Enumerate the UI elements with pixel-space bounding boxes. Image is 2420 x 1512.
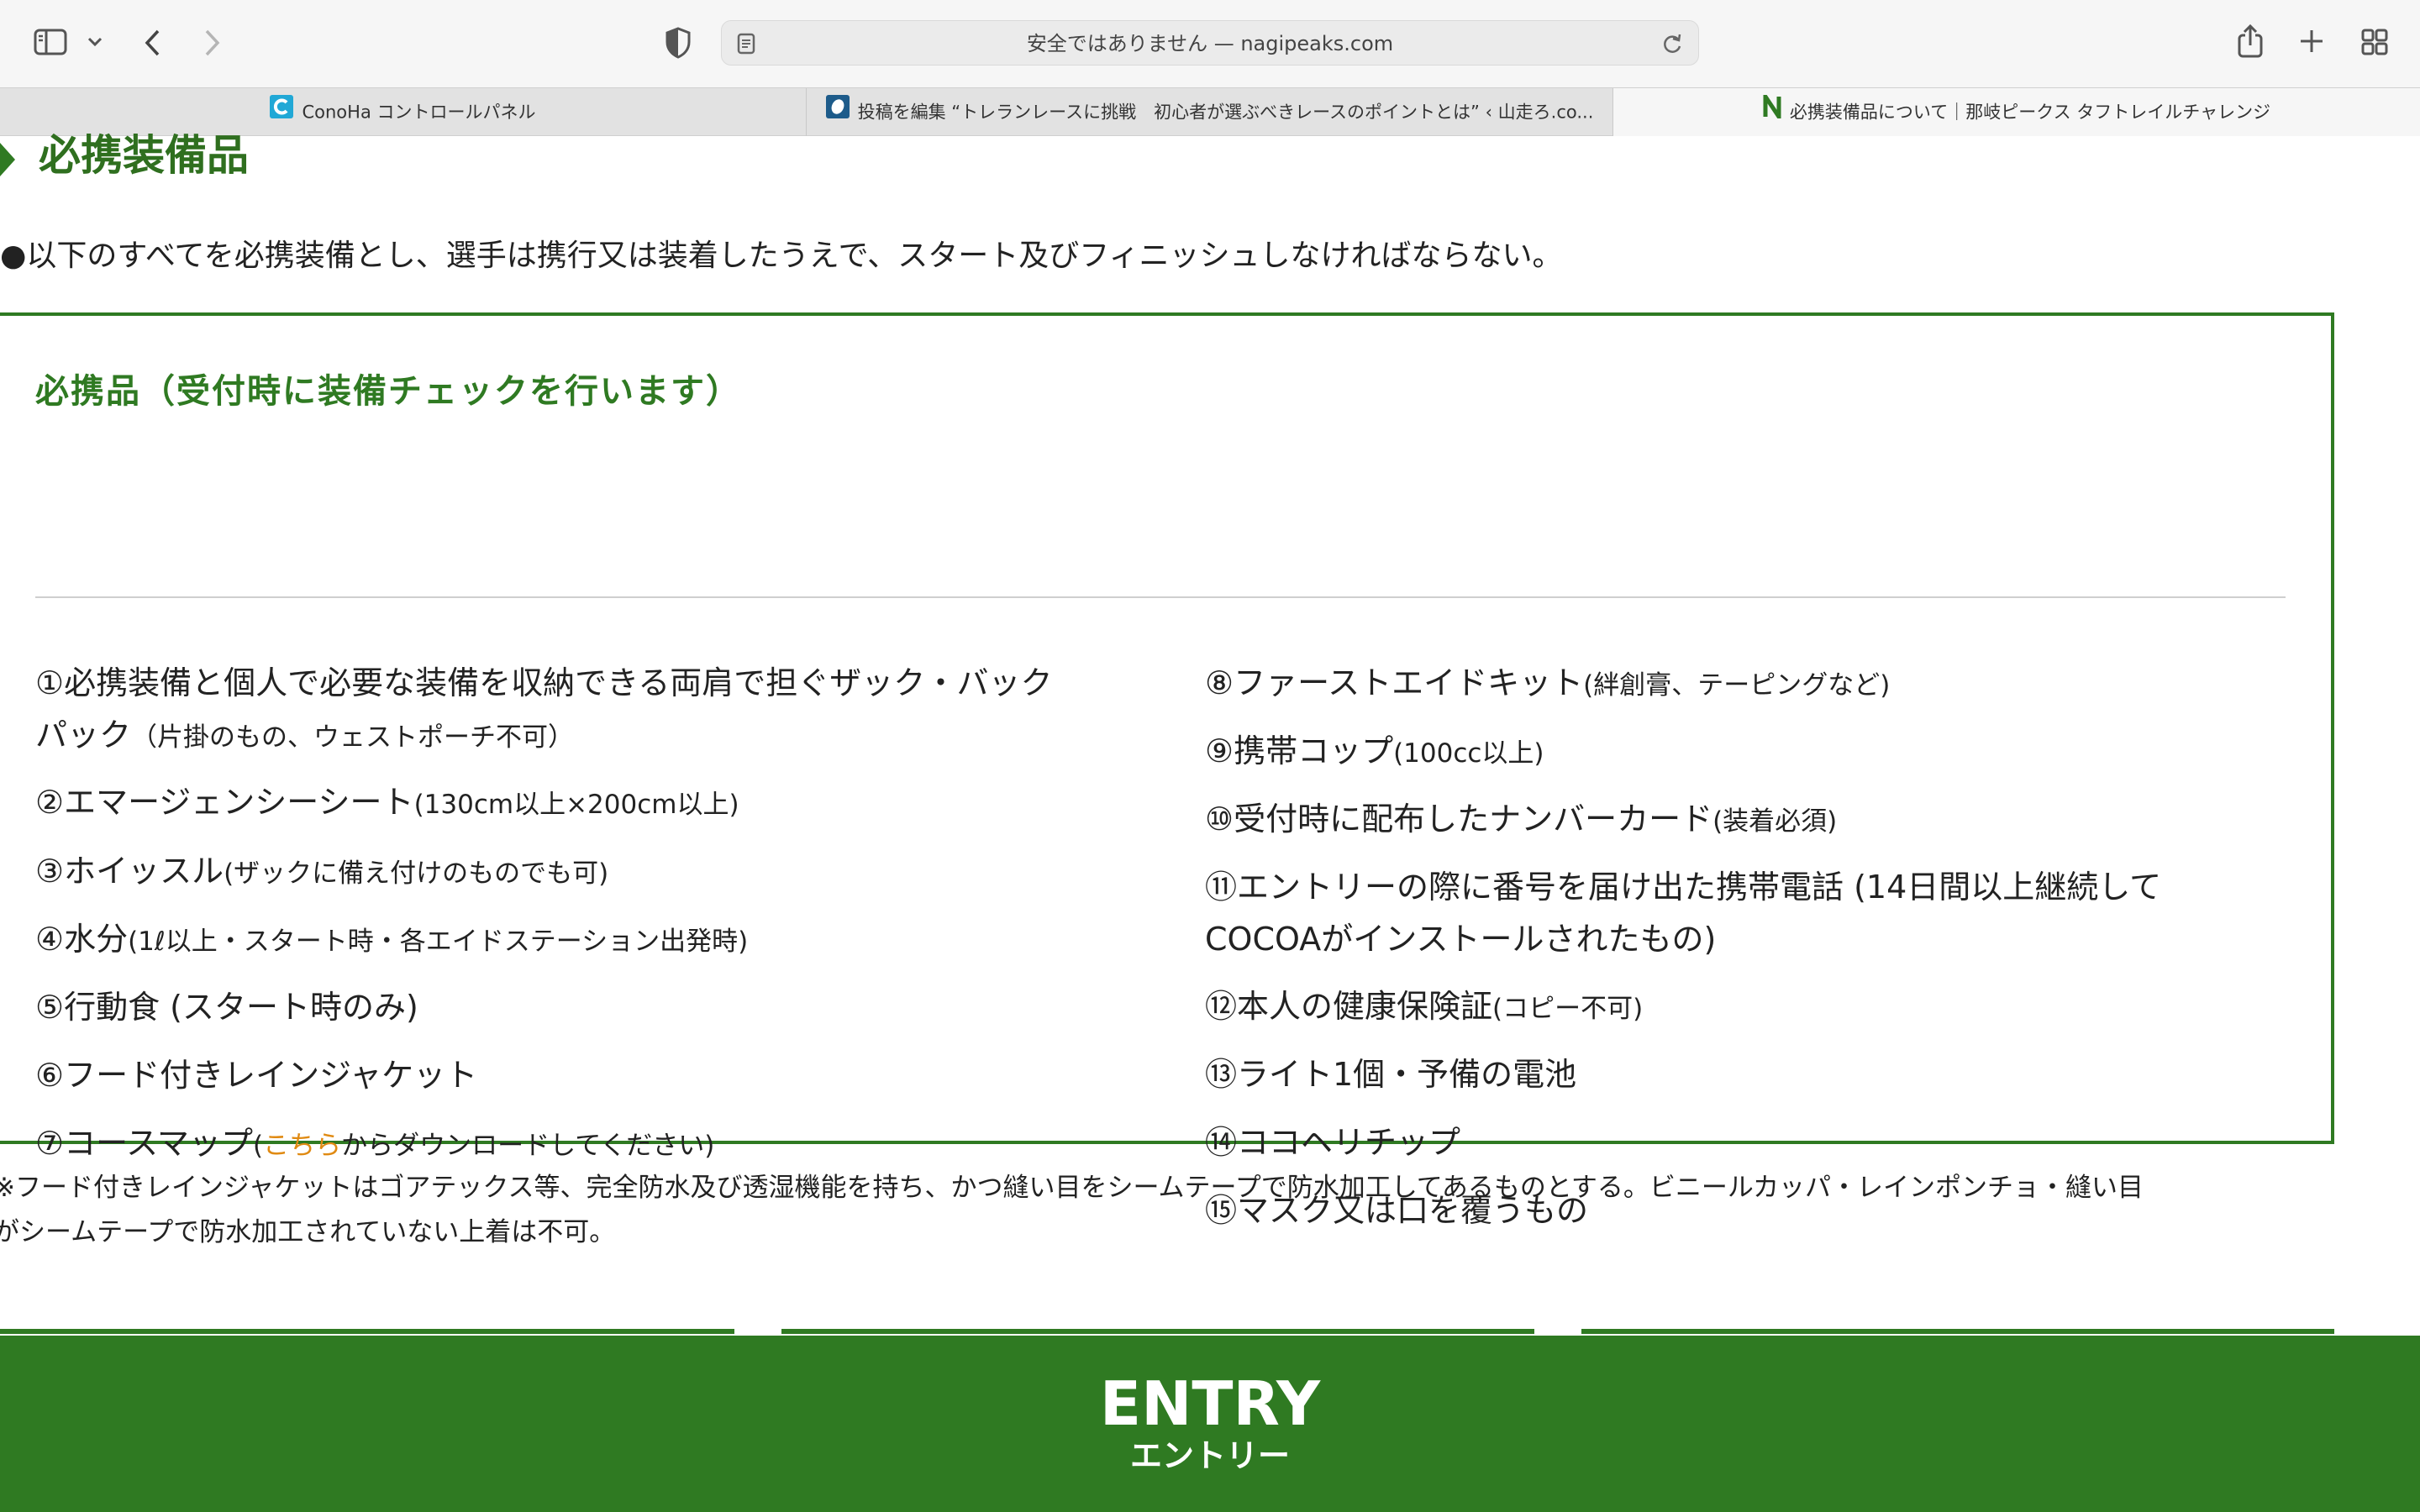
back-icon[interactable] bbox=[143, 29, 163, 57]
intro-text: ●以下のすべてを必携装備とし、選手は携行又は装着したうえで、スタート及びフィニッ… bbox=[0, 239, 1563, 273]
item-note: （片掛のもの、ウェストポーチ不可） bbox=[131, 722, 575, 753]
address-bar[interactable]: 安全ではありません — nagipeaks.com bbox=[721, 20, 1699, 66]
item-8: ⑧ファーストエイドキット(絆創膏、テーピングなど) bbox=[1205, 657, 1890, 711]
item-main: ②エマージェンシーシート bbox=[35, 784, 414, 821]
item-2: ②エマージェンシーシート(130cm以上×200cm以上) bbox=[35, 776, 739, 831]
tab-equipment[interactable]: 必携装備品について｜那岐ピークス タフトレイルチャレンジ bbox=[1613, 88, 2420, 136]
item-11: ⑪エントリーの際に番号を届け出た携帯電話 (14日間以上継続して COCOAがイ… bbox=[1205, 861, 2161, 965]
tab-overview-icon[interactable] bbox=[2361, 29, 2388, 55]
item-main: ⑫本人の健康保険証 bbox=[1205, 988, 1493, 1025]
chevron-down-icon[interactable] bbox=[87, 37, 103, 47]
item-7: ⑦コースマップ(こちらからダウンロードしてください) bbox=[35, 1117, 714, 1172]
item-14: ⑭ココヘリチップ bbox=[1205, 1116, 1460, 1168]
section-arrow-icon bbox=[0, 143, 17, 180]
item-main: ③ホイッスル bbox=[35, 853, 224, 890]
tab-label: 投稿を編集 “トレランレースに挑戦 初心者が選ぶべきレースのポイントとは” ‹ … bbox=[857, 102, 1594, 123]
item-note-open: ( bbox=[253, 1131, 264, 1161]
divider bbox=[35, 596, 2286, 598]
item-main: ⑩受付時に配布したナンバーカード bbox=[1205, 801, 1713, 837]
item-13: ⑬ライト1個・予備の電池 bbox=[1205, 1048, 1576, 1100]
equipment-box: 必携品（受付時に装備チェックを行います） ①必携装備と個人で必要な装備を収納でき… bbox=[0, 312, 2334, 1229]
share-icon[interactable] bbox=[2237, 24, 2264, 59]
tab-edit-post[interactable]: 投稿を編集 “トレランレースに挑戦 初心者が選ぶべきレースのポイントとは” ‹ … bbox=[807, 88, 1613, 136]
wordpress-favicon-icon bbox=[825, 89, 850, 137]
address-text: 安全ではありません — nagipeaks.com bbox=[1026, 32, 1394, 55]
footnote-line-2: がシームテープで防水加工されていない上着は不可。 bbox=[0, 1217, 616, 1247]
browser-toolbar: 安全ではありません — nagipeaks.com bbox=[0, 0, 2420, 87]
item-note: (装着必須) bbox=[1712, 806, 1838, 837]
entry-subtitle: エントリー bbox=[1129, 1437, 1290, 1474]
item-note-rest: からダウンロードしてください) bbox=[341, 1131, 715, 1161]
item-main: ⑬ライト1個・予備の電池 bbox=[1205, 1056, 1577, 1093]
item-5: ⑤行動食 (スタート時のみ) bbox=[35, 981, 418, 1033]
nagi-favicon-icon bbox=[1763, 89, 1781, 137]
entry-button[interactable]: ENTRY エントリー bbox=[0, 1336, 2420, 1512]
conoha-favicon-icon bbox=[270, 89, 294, 137]
forward-icon[interactable] bbox=[202, 29, 222, 57]
item-1: ①必携装備と個人で必要な装備を収納できる両肩で担ぐザック・バック パック（片掛の… bbox=[35, 657, 1053, 764]
item-note: (130cm以上×200cm以上) bbox=[413, 790, 739, 820]
item-9: ⑨携帯コップ(100cc以上) bbox=[1205, 725, 1544, 780]
item-main: ⑤行動食 (スタート時のみ) bbox=[35, 989, 418, 1026]
item-main-cont: パック bbox=[35, 717, 132, 753]
item-note: (1ℓ以上・スタート時・各エイドステーション出発時) bbox=[128, 927, 749, 957]
tile-edge-2 bbox=[781, 1329, 1534, 1334]
tab-label: ConoHa コントロールパネル bbox=[302, 102, 536, 123]
item-note: (絆創膏、テーピングなど) bbox=[1583, 670, 1891, 701]
item-4: ④水分(1ℓ以上・スタート時・各エイドステーション出発時) bbox=[35, 913, 748, 968]
section-title: 必携装備品 bbox=[39, 131, 249, 180]
item-note: (100cc以上) bbox=[1393, 738, 1544, 769]
entry-title: ENTRY bbox=[1099, 1368, 1321, 1439]
download-link[interactable]: こちら bbox=[263, 1131, 341, 1161]
item-main: ⑨携帯コップ bbox=[1205, 732, 1394, 769]
item-main: ⑭ココヘリチップ bbox=[1205, 1124, 1461, 1161]
reload-icon[interactable] bbox=[1661, 32, 1683, 59]
tile-edge-3 bbox=[1581, 1329, 2334, 1334]
item-main: ④水分 bbox=[35, 921, 129, 958]
tab-label: 必携装備品について｜那岐ピークス タフトレイルチャレンジ bbox=[1789, 102, 2271, 123]
item-main: ①必携装備と個人で必要な装備を収納できる両肩で担ぐザック・バック bbox=[35, 664, 1053, 701]
box-title: 必携品（受付時に装備チェックを行います） bbox=[35, 372, 741, 411]
item-3: ③ホイッスル(ザックに備え付けのものでも可) bbox=[35, 845, 608, 900]
plus-icon[interactable] bbox=[2299, 29, 2324, 54]
item-main-cont: COCOAがインストールされたもの) bbox=[1205, 921, 1717, 958]
item-note: (ザックに備え付けのものでも可) bbox=[224, 858, 609, 889]
footnote-line-1: ※フード付きレインジャケットはゴアテックス等、完全防水及び透湿機能を持ち、かつ縫… bbox=[0, 1173, 2144, 1203]
item-main: ⑪エントリーの際に番号を届け出た携帯電話 (14日間以上継続して bbox=[1205, 869, 2162, 906]
item-main: ⑧ファーストエイドキット bbox=[1205, 664, 1584, 701]
item-note: (コピー不可) bbox=[1492, 994, 1644, 1024]
tile-edge-1 bbox=[0, 1329, 734, 1334]
item-12: ⑫本人の健康保険証(コピー不可) bbox=[1205, 980, 1643, 1035]
footnote: ※フード付きレインジャケットはゴアテックス等、完全防水及び透湿機能を持ち、かつ縫… bbox=[0, 1166, 2344, 1255]
item-main: ⑥フード付きレインジャケット bbox=[35, 1057, 478, 1094]
sidebar-icon[interactable] bbox=[34, 29, 67, 55]
item-main: ⑦コースマップ bbox=[35, 1125, 254, 1162]
shield-icon[interactable] bbox=[666, 27, 691, 59]
item-6: ⑥フード付きレインジャケット bbox=[35, 1049, 477, 1101]
tab-bar: ConoHa コントロールパネル 投稿を編集 “トレランレースに挑戦 初心者が選… bbox=[0, 87, 2420, 136]
item-10: ⑩受付時に配布したナンバーカード(装着必須) bbox=[1205, 793, 1837, 848]
page-content: 必携装備品 ●以下のすべてを必携装備とし、選手は携行又は装着したうえで、スタート… bbox=[0, 131, 2420, 1512]
